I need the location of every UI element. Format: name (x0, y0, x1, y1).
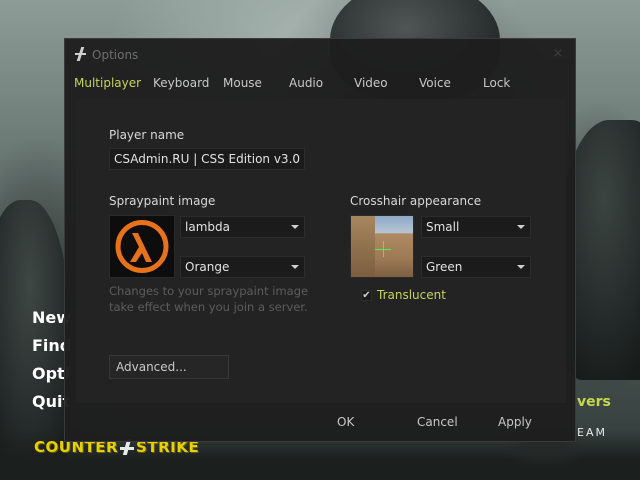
spraypaint-image-value: lambda (185, 220, 230, 234)
tab-lock[interactable]: Lock (483, 76, 510, 90)
main-menu-servers[interactable]: vers (577, 394, 611, 410)
player-name-input[interactable]: CSAdmin.RU | CSS Edition v3.0 (109, 148, 305, 170)
options-tabs: Multiplayer Keyboard Mouse Audio Video V… (65, 73, 575, 95)
tab-mouse[interactable]: Mouse (223, 76, 262, 90)
chevron-down-icon (291, 265, 299, 269)
close-icon[interactable]: × (551, 47, 565, 61)
spraypaint-color-value: Orange (185, 260, 230, 274)
spraypaint-preview (109, 215, 175, 278)
spraypaint-hint: Changes to your spraypaint image take ef… (109, 284, 309, 314)
chevron-down-icon (517, 225, 525, 229)
spraypaint-label: Spraypaint image (109, 194, 216, 208)
translucent-label[interactable]: Translucent (377, 288, 446, 302)
crosshair-color-value: Green (426, 260, 463, 274)
chevron-down-icon (517, 265, 525, 269)
crosshair-icon (383, 241, 384, 257)
dialog-titlebar[interactable]: Options × (65, 39, 575, 71)
crosshair-color-select[interactable]: Green (421, 256, 531, 278)
crosshair-size-select[interactable]: Small (421, 216, 531, 238)
tab-audio[interactable]: Audio (289, 76, 323, 90)
tab-keyboard[interactable]: Keyboard (153, 76, 209, 90)
player-name-label: Player name (109, 128, 185, 142)
team-text: EAM (577, 426, 607, 439)
spraypaint-image-select[interactable]: lambda (180, 216, 305, 238)
dialog-title: Options (92, 48, 139, 62)
counter-strike-icon (74, 47, 88, 63)
crosshair-size-value: Small (426, 220, 460, 234)
tab-video[interactable]: Video (354, 76, 388, 90)
cancel-button[interactable]: Cancel (411, 411, 464, 435)
preview-wall (351, 216, 375, 277)
options-dialog: Options × Multiplayer Keyboard Mouse Aud… (64, 38, 576, 442)
chevron-down-icon (291, 225, 299, 229)
apply-button[interactable]: Apply (492, 411, 538, 435)
crosshair-label: Crosshair appearance (350, 194, 482, 208)
tab-voice[interactable]: Voice (419, 76, 451, 90)
crosshair-preview (350, 215, 414, 278)
advanced-button[interactable]: Advanced... (109, 355, 229, 379)
tab-multiplayer[interactable]: Multiplayer (74, 76, 141, 90)
half-life-lambda-icon (115, 220, 169, 273)
spraypaint-color-select[interactable]: Orange (180, 256, 305, 278)
translucent-checkbox[interactable]: ✔ (361, 290, 372, 301)
ok-button[interactable]: OK (331, 411, 360, 435)
